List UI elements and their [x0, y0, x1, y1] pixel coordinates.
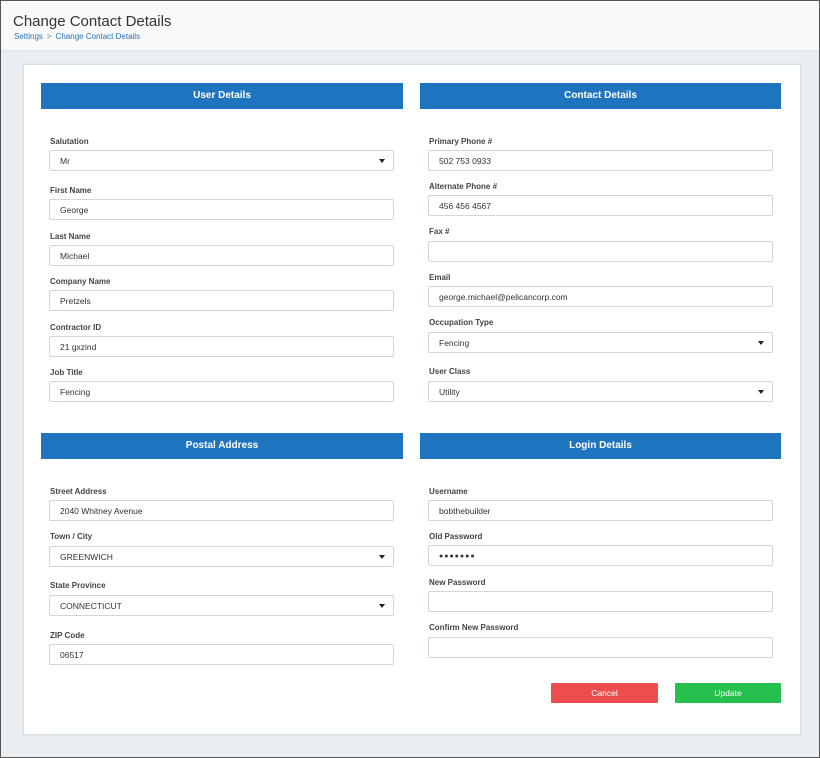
street-address-input[interactable]: 2040 Whitney Avenue — [49, 500, 394, 521]
breadcrumb-settings-link[interactable]: Settings — [14, 32, 43, 41]
fax-label: Fax # — [429, 227, 450, 236]
contractor-id-input[interactable]: 21 gxzind — [49, 336, 394, 357]
username-input[interactable]: bobthebuilder — [428, 500, 773, 521]
occupation-type-label: Occupation Type — [429, 318, 494, 327]
chevron-down-icon — [758, 341, 764, 345]
chevron-down-icon — [379, 159, 385, 163]
salutation-select[interactable]: Mr — [49, 150, 394, 171]
alternate-phone-label: Alternate Phone # — [429, 182, 498, 191]
contact-details-header: Contact Details — [420, 83, 781, 109]
user-class-value: Utility — [439, 387, 460, 397]
zip-code-label: ZIP Code — [50, 631, 85, 640]
breadcrumb-separator: > — [46, 32, 52, 41]
new-password-input[interactable] — [428, 591, 773, 612]
chevron-down-icon — [379, 555, 385, 559]
user-class-label: User Class — [429, 367, 471, 376]
primary-phone-label: Primary Phone # — [429, 137, 493, 146]
fax-input[interactable] — [428, 241, 773, 262]
login-details-header: Login Details — [420, 433, 781, 459]
email-label: Email — [429, 273, 451, 282]
zip-code-input[interactable]: 06517 — [49, 644, 394, 665]
state-province-select[interactable]: CONNECTICUT — [49, 595, 394, 616]
first-name-input[interactable]: George — [49, 199, 394, 220]
job-title-label: Job Title — [50, 368, 83, 377]
old-password-input[interactable]: ●●●●●●● — [428, 545, 773, 566]
new-password-label: New Password — [429, 578, 486, 587]
last-name-input[interactable]: Michael — [49, 245, 394, 266]
company-name-label: Company Name — [50, 277, 111, 286]
first-name-label: First Name — [50, 186, 92, 195]
update-button[interactable]: Update — [675, 683, 781, 703]
user-class-select[interactable]: Utility — [428, 381, 773, 402]
confirm-password-label: Confirm New Password — [429, 623, 519, 632]
chevron-down-icon — [379, 604, 385, 608]
town-city-select[interactable]: GREENWICH — [49, 546, 394, 567]
state-province-value: CONNECTICUT — [60, 601, 122, 611]
username-label: Username — [429, 487, 468, 496]
breadcrumb-current[interactable]: Change Contact Details — [56, 32, 141, 41]
company-name-input[interactable]: Pretzels — [49, 290, 394, 311]
cancel-button[interactable]: Cancel — [551, 683, 658, 703]
contractor-id-label: Contractor ID — [50, 323, 102, 332]
postal-address-header: Postal Address — [41, 433, 403, 459]
last-name-label: Last Name — [50, 232, 91, 241]
occupation-type-value: Fencing — [439, 338, 470, 348]
user-details-header: User Details — [41, 83, 403, 109]
town-city-label: Town / City — [50, 532, 93, 541]
state-province-label: State Province — [50, 581, 106, 590]
chevron-down-icon — [758, 390, 764, 394]
job-title-input[interactable]: Fencing — [49, 381, 394, 402]
primary-phone-input[interactable]: 502 753 0933 — [428, 150, 773, 171]
occupation-type-select[interactable]: Fencing — [428, 332, 773, 353]
breadcrumb: Settings > Change Contact Details — [14, 32, 140, 41]
salutation-value: Mr — [60, 156, 70, 166]
page-title: Change Contact Details — [13, 13, 172, 30]
form-card: User Details Salutation Mr First Name Ge… — [23, 64, 801, 735]
alternate-phone-input[interactable]: 456 456 4567 — [428, 195, 773, 216]
old-password-label: Old Password — [429, 532, 483, 541]
salutation-label: Salutation — [50, 137, 89, 146]
email-input[interactable]: george.michael@pelicancorp.com — [428, 286, 773, 307]
town-city-value: GREENWICH — [60, 552, 113, 562]
street-address-label: Street Address — [50, 487, 107, 496]
confirm-password-input[interactable] — [428, 637, 773, 658]
page-header: Change Contact Details Settings > Change C… — [1, 1, 819, 51]
